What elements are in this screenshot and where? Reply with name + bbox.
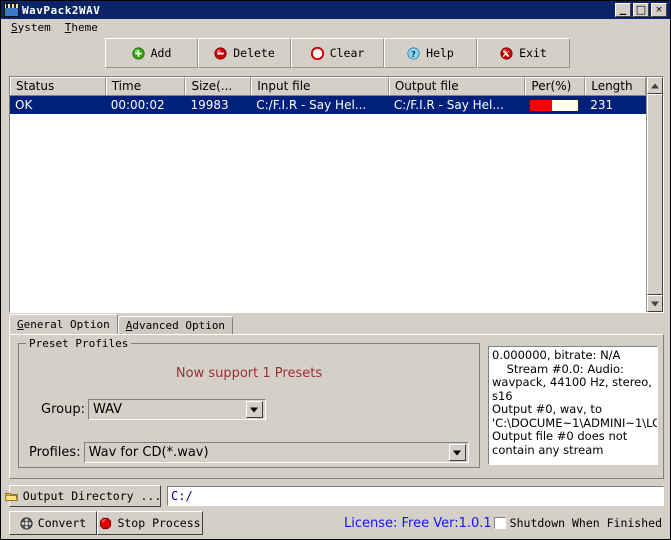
progress-bar-fill <box>530 99 552 111</box>
stop-octagon-red-icon <box>100 517 112 529</box>
window-title: WavPack2WAV <box>22 3 101 17</box>
shutdown-checkbox[interactable] <box>493 517 506 529</box>
group-label: Group: <box>41 402 85 417</box>
film-clapper-icon <box>4 3 19 17</box>
conversion-log[interactable]: 0.000000, bitrate: N/A Stream #0.0: Audi… <box>488 346 658 465</box>
file-list-scrollbar[interactable] <box>646 77 663 312</box>
stop-process-button-label: Stop Process <box>117 516 201 530</box>
tab-general-option-label: eneral Option <box>23 318 110 331</box>
file-list-header: Status Time Size(... Input file Output f… <box>10 77 647 96</box>
shutdown-checkbox-label: Shutdown When Finished <box>509 516 662 530</box>
profiles-label: Profiles: <box>29 445 81 460</box>
cell-output-file: C:/F.I.R - Say Hel... <box>393 98 504 112</box>
output-directory-button-label: Output Directory ... <box>22 489 162 503</box>
cell-percent <box>525 98 585 112</box>
help-button[interactable]: ? Help <box>384 38 477 68</box>
title-bar: WavPack2WAV _ □ × <box>1 1 670 19</box>
maximize-button[interactable]: □ <box>633 3 649 17</box>
output-directory-button[interactable]: Output Directory ... <box>5 485 162 507</box>
exit-button-label: Exit <box>519 46 547 60</box>
minimize-icon: _ <box>619 1 627 16</box>
scroll-up-arrow-icon[interactable] <box>647 77 663 94</box>
scrollbar-thumb[interactable] <box>647 94 663 295</box>
column-header-time[interactable]: Time <box>105 77 186 95</box>
preset-profiles-group: Preset Profiles Now support 1 Presets Gr… <box>18 337 480 468</box>
convert-button-label: Convert <box>37 516 87 530</box>
preset-note: Now support 1 Presets <box>175 366 323 381</box>
option-tabs: General Option Advanced Option <box>9 314 234 336</box>
license-area: License: Free Ver:1.0.1 Shutdown When Fi… <box>344 516 664 531</box>
add-button[interactable]: Add <box>105 38 198 68</box>
help-button-label: Help <box>426 46 454 60</box>
column-header-status[interactable]: Status <box>10 77 106 95</box>
menu-item-system[interactable]: System <box>5 20 57 35</box>
profiles-field-row: Profiles: Wav for CD(*.wav) <box>29 442 474 463</box>
scroll-down-arrow-icon[interactable] <box>647 295 663 312</box>
file-list: Status Time Size(... Input file Output f… <box>9 76 664 313</box>
menu-item-system-label: ystem <box>17 21 51 34</box>
delete-button[interactable]: Delete <box>198 38 291 68</box>
cell-size: 19983 <box>190 98 229 112</box>
progress-bar <box>529 98 580 112</box>
close-circle-red-icon <box>500 46 513 60</box>
action-row: Convert Stop Process License: Free Ver:1… <box>9 511 664 535</box>
table-row[interactable]: OK 00:00:02 19983 C:/F.I.R - Say Hel... … <box>10 96 647 114</box>
toolbar: Add Delete Clear ? Help Exit <box>1 38 670 68</box>
scrollbar-track[interactable] <box>647 94 663 295</box>
minimize-button[interactable]: _ <box>615 1 631 17</box>
column-header-input-file[interactable]: Input file <box>251 77 389 95</box>
close-icon: × <box>655 5 663 15</box>
group-select[interactable]: WAV <box>87 399 266 420</box>
delete-button-label: Delete <box>233 46 275 60</box>
window-controls: _ □ × <box>615 1 668 17</box>
cell-time: 00:00:02 <box>110 98 165 112</box>
svg-text:?: ? <box>411 48 416 58</box>
profiles-select-value: Wav for CD(*.wav) <box>88 445 209 460</box>
output-directory-row: Output Directory ... C:/ <box>5 485 664 507</box>
group-field-row: Group: WAV <box>41 399 469 420</box>
output-directory-input[interactable]: C:/ <box>167 486 664 506</box>
add-button-label: Add <box>150 46 172 60</box>
cell-length: 231 <box>590 98 614 112</box>
clear-button-label: Clear <box>329 46 365 60</box>
cell-input-file: C:/F.I.R - Say Hel... <box>256 98 367 112</box>
column-header-size[interactable]: Size(... <box>185 77 252 95</box>
tab-general-option[interactable]: General Option <box>9 314 118 335</box>
convert-button[interactable]: Convert <box>9 511 97 535</box>
cell-status: OK <box>15 98 33 112</box>
application-window: WavPack2WAV _ □ × System Theme Add Delet… <box>0 0 671 540</box>
circle-red-outline-icon <box>310 46 324 60</box>
film-reel-icon <box>20 516 33 530</box>
column-header-length[interactable]: Length <box>585 77 647 95</box>
group-select-value: WAV <box>92 402 123 417</box>
file-list-rows: OK 00:00:02 19983 C:/F.I.R - Say Hel... … <box>10 96 647 312</box>
general-option-panel: Preset Profiles Now support 1 Presets Gr… <box>9 334 664 479</box>
file-list-body-wrap: Status Time Size(... Input file Output f… <box>10 77 647 312</box>
question-circle-blue-icon: ? <box>407 46 420 60</box>
preset-profiles-legend: Preset Profiles <box>26 337 132 350</box>
menu-item-theme-label: heme <box>71 21 98 34</box>
column-header-percent[interactable]: Per(%) <box>525 77 586 95</box>
tab-advanced-option[interactable]: Advanced Option <box>117 316 234 336</box>
chevron-down-icon[interactable] <box>245 401 263 418</box>
license-label: License: Free Ver:1.0.1 <box>343 515 492 531</box>
chevron-down-icon[interactable] <box>448 444 466 461</box>
tab-advanced-option-label: dvanced Option <box>132 319 226 332</box>
exit-button[interactable]: Exit <box>477 38 570 68</box>
profiles-select[interactable]: Wav for CD(*.wav) <box>83 442 469 463</box>
menu-bar: System Theme <box>1 19 670 36</box>
maximize-icon: □ <box>635 3 647 16</box>
plus-circle-green-icon <box>132 46 145 60</box>
column-header-output-file[interactable]: Output file <box>388 77 526 95</box>
close-button[interactable]: × <box>651 3 667 17</box>
stop-process-button[interactable]: Stop Process <box>97 511 203 535</box>
clear-button[interactable]: Clear <box>291 38 384 68</box>
minus-circle-red-icon <box>214 46 227 60</box>
menu-item-theme[interactable]: Theme <box>59 20 104 35</box>
folder-yellow-icon <box>5 492 18 501</box>
